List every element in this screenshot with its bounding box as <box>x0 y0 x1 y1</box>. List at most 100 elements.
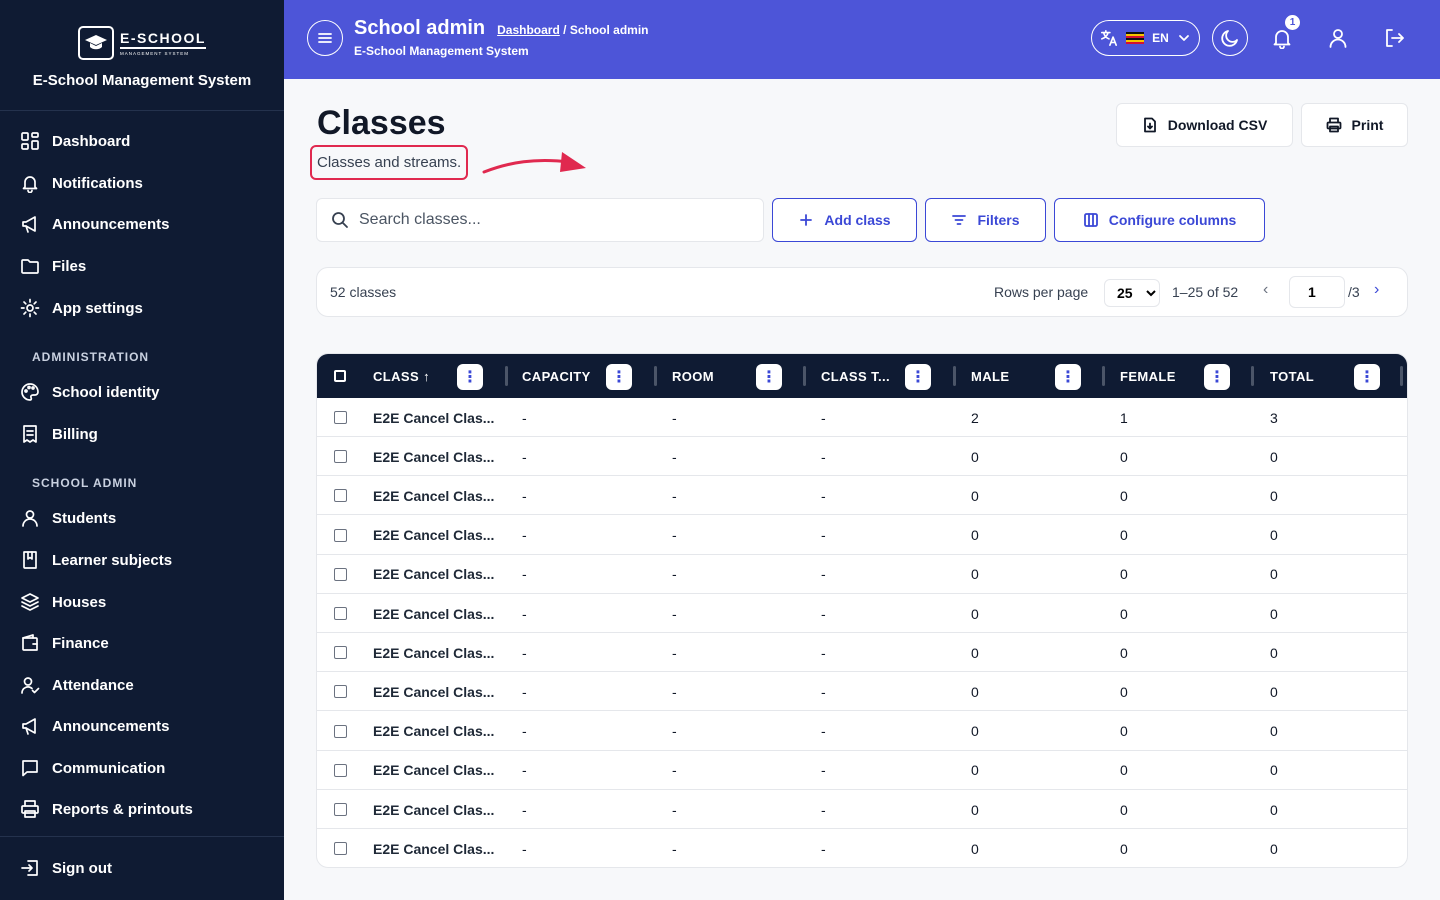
column-resize-handle[interactable] <box>1102 366 1105 386</box>
table-row[interactable]: E2E Cancel Clas... - - - 0 0 0 <box>317 437 1407 477</box>
row-checkbox[interactable] <box>334 489 347 503</box>
column-resize-handle[interactable] <box>1400 366 1403 386</box>
column-header-total[interactable]: TOTAL <box>1270 354 1314 398</box>
search-input[interactable] <box>359 211 739 229</box>
configure-columns-button[interactable]: Configure columns <box>1054 198 1265 242</box>
sidebar-item-learner-subjects[interactable]: Learner subjects <box>20 548 172 572</box>
table-row[interactable]: E2E Cancel Clas... - - - 0 0 0 <box>317 790 1407 829</box>
next-page-icon[interactable]: › <box>1374 281 1379 299</box>
page-number-input[interactable] <box>1289 276 1345 308</box>
row-checkbox[interactable] <box>334 724 347 738</box>
cell-class[interactable]: E2E Cancel Clas... <box>373 476 494 515</box>
sign-out-icon <box>21 860 38 876</box>
table-row[interactable]: E2E Cancel Clas... - - - 0 0 0 <box>317 476 1407 516</box>
column-resize-handle[interactable] <box>953 366 956 386</box>
table-row[interactable]: E2E Cancel Clas... - - - 0 0 0 <box>317 829 1407 867</box>
table-row[interactable]: E2E Cancel Clas... - - - 0 0 0 <box>317 594 1407 633</box>
sidebar-item-reports[interactable]: Reports & printouts <box>20 797 193 821</box>
row-checkbox[interactable] <box>334 842 347 856</box>
cell-class[interactable]: E2E Cancel Clas... <box>373 516 494 555</box>
table-row[interactable]: E2E Cancel Clas... - - - 0 0 0 <box>317 712 1407 751</box>
column-menu-icon[interactable]: ⋮ <box>606 364 632 390</box>
sidebar-item-communication[interactable]: Communication <box>20 756 165 780</box>
sidebar-item-houses[interactable]: Houses <box>20 590 106 614</box>
language-selector[interactable]: EN <box>1091 20 1200 56</box>
table-row[interactable]: E2E Cancel Clas... - - - 0 0 0 <box>317 516 1407 555</box>
column-header-class[interactable]: CLASS ↑ <box>373 354 430 398</box>
sidebar-item-label: Students <box>52 509 117 527</box>
table-row[interactable]: E2E Cancel Clas... - - - 0 0 0 <box>317 751 1407 790</box>
sign-out-button[interactable]: Sign out <box>20 856 112 880</box>
column-header-capacity[interactable]: CAPACITY <box>522 354 591 398</box>
sidebar-item-app-settings[interactable]: App settings <box>20 296 143 320</box>
cell-class[interactable]: E2E Cancel Clas... <box>373 594 494 633</box>
column-header-class-teacher[interactable]: CLASS T... <box>821 354 890 398</box>
sidebar-item-dashboard[interactable]: Dashboard <box>20 129 130 153</box>
column-resize-handle[interactable] <box>505 366 508 386</box>
cell-female: 0 <box>1120 527 1128 544</box>
sidebar-item-school-identity[interactable]: School identity <box>20 380 160 404</box>
print-button[interactable]: Print <box>1301 103 1408 147</box>
cell-room: - <box>672 840 677 857</box>
column-menu-icon[interactable]: ⋮ <box>905 364 931 390</box>
filters-label: Filters <box>977 212 1020 228</box>
rows-per-page-select[interactable]: 25 <box>1104 279 1160 307</box>
column-resize-handle[interactable] <box>803 366 806 386</box>
cell-class[interactable]: E2E Cancel Clas... <box>373 555 494 594</box>
previous-page-icon[interactable]: ‹ <box>1263 281 1268 299</box>
table-row[interactable]: E2E Cancel Clas... - - - 2 1 3 <box>317 398 1407 437</box>
sidebar-item-label: Notifications <box>52 174 143 192</box>
logout-button[interactable] <box>1380 24 1408 52</box>
filters-button[interactable]: Filters <box>925 198 1046 242</box>
row-checkbox[interactable] <box>334 646 347 660</box>
add-class-button[interactable]: Add class <box>772 198 917 242</box>
column-header-female[interactable]: FEMALE <box>1120 354 1176 398</box>
row-checkbox[interactable] <box>334 803 347 816</box>
column-resize-handle[interactable] <box>654 366 657 386</box>
cell-class[interactable]: E2E Cancel Clas... <box>373 633 494 672</box>
menu-toggle-button[interactable] <box>307 20 343 56</box>
breadcrumb-link-dashboard[interactable]: Dashboard <box>497 23 560 37</box>
row-checkbox[interactable] <box>334 685 347 699</box>
theme-toggle-button[interactable] <box>1212 20 1248 56</box>
row-checkbox[interactable] <box>334 607 347 620</box>
cell-class[interactable]: E2E Cancel Clas... <box>373 672 494 711</box>
sidebar-item-notifications[interactable]: Notifications <box>20 171 143 195</box>
column-menu-icon[interactable]: ⋮ <box>1204 364 1230 390</box>
cell-class[interactable]: E2E Cancel Clas... <box>373 398 494 437</box>
select-all-checkbox[interactable] <box>334 370 346 382</box>
table-row[interactable]: E2E Cancel Clas... - - - 0 0 0 <box>317 555 1407 594</box>
column-header-room[interactable]: ROOM <box>672 354 714 398</box>
row-checkbox[interactable] <box>334 450 347 464</box>
sidebar-item-files[interactable]: Files <box>20 254 86 278</box>
cell-class-teacher: - <box>821 487 826 504</box>
sidebar-item-billing[interactable]: Billing <box>20 422 98 446</box>
cell-class[interactable]: E2E Cancel Clas... <box>373 829 494 867</box>
cell-class[interactable]: E2E Cancel Clas... <box>373 712 494 751</box>
cell-class[interactable]: E2E Cancel Clas... <box>373 437 494 476</box>
column-resize-handle[interactable] <box>1251 366 1254 386</box>
profile-button[interactable] <box>1324 24 1352 52</box>
cell-room: - <box>672 448 677 465</box>
sidebar-item-announcements[interactable]: Announcements <box>20 212 170 236</box>
column-header-male[interactable]: MALE <box>971 354 1009 398</box>
sidebar-item-finance[interactable]: Finance <box>20 631 109 655</box>
row-checkbox[interactable] <box>334 411 347 424</box>
download-csv-button[interactable]: Download CSV <box>1116 103 1293 147</box>
cell-class[interactable]: E2E Cancel Clas... <box>373 790 494 829</box>
notifications-button[interactable]: 1 <box>1268 15 1300 52</box>
column-menu-icon[interactable]: ⋮ <box>1354 364 1380 390</box>
cell-class[interactable]: E2E Cancel Clas... <box>373 751 494 790</box>
column-menu-icon[interactable]: ⋮ <box>457 364 483 390</box>
column-menu-icon[interactable]: ⋮ <box>1055 364 1081 390</box>
sidebar-item-students[interactable]: Students <box>20 506 116 530</box>
table-row[interactable]: E2E Cancel Clas... - - - 0 0 0 <box>317 672 1407 712</box>
column-menu-icon[interactable]: ⋮ <box>756 364 782 390</box>
row-checkbox[interactable] <box>334 763 347 777</box>
cell-capacity: - <box>522 840 527 857</box>
row-checkbox[interactable] <box>334 567 347 581</box>
row-checkbox[interactable] <box>334 528 347 542</box>
sidebar-item-attendance[interactable]: Attendance <box>20 673 134 697</box>
table-row[interactable]: E2E Cancel Clas... - - - 0 0 0 <box>317 633 1407 673</box>
sidebar-item-announcements-school[interactable]: Announcements <box>20 714 170 738</box>
